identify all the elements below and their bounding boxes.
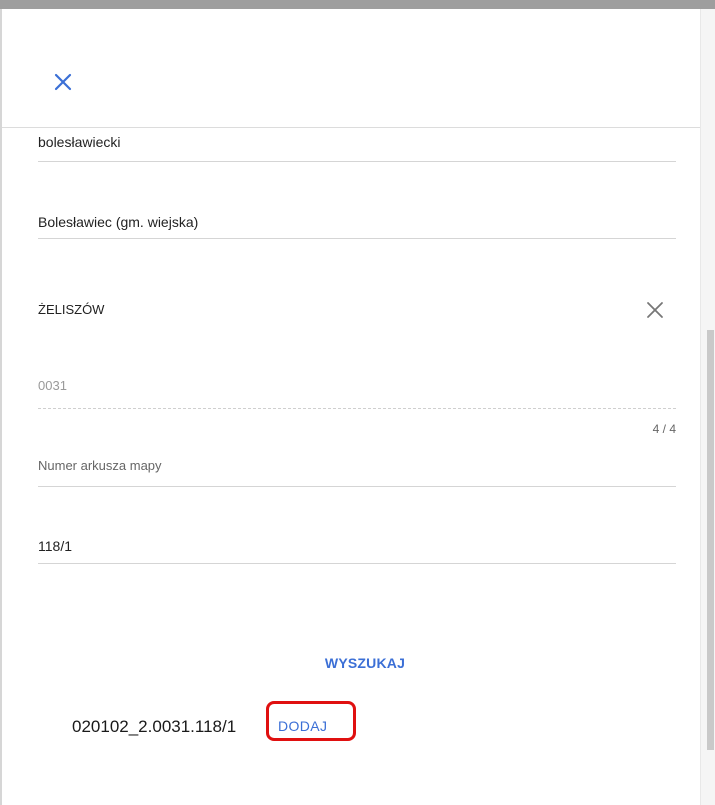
- clear-precinct-button[interactable]: [644, 299, 666, 321]
- precinct-field[interactable]: ŻELISZÓW: [38, 290, 676, 330]
- precinct-number-value: 0031: [38, 378, 67, 393]
- precinct-value: ŻELISZÓW: [38, 302, 105, 317]
- county-field[interactable]: bolesławiecki: [38, 128, 676, 162]
- scrollbar-thumb[interactable]: [707, 330, 714, 750]
- map-sheet-placeholder: Numer arkusza mapy: [38, 458, 162, 473]
- panel-left-edge: [0, 9, 2, 805]
- result-parcel-id: 020102_2.0031.118/1: [72, 717, 237, 736]
- commune-value: Bolesławiec (gm. wiejska): [38, 214, 199, 230]
- county-value: bolesławiecki: [38, 134, 121, 150]
- parcel-number-value: 118/1: [38, 538, 72, 554]
- precinct-number-field: 0031: [38, 362, 676, 409]
- clear-icon: [647, 302, 663, 318]
- panel-header: [2, 9, 700, 128]
- search-button[interactable]: WYSZUKAJ: [300, 652, 430, 674]
- add-button[interactable]: DODAJ: [278, 718, 327, 734]
- close-icon: [54, 73, 72, 91]
- map-sheet-input[interactable]: Numer arkusza mapy: [38, 448, 676, 487]
- char-counter: 4 / 4: [652, 422, 676, 436]
- commune-field[interactable]: Bolesławiec (gm. wiejska): [38, 200, 676, 239]
- close-button[interactable]: [50, 69, 76, 95]
- top-bar: [0, 0, 715, 9]
- parcel-number-input[interactable]: 118/1: [38, 528, 676, 564]
